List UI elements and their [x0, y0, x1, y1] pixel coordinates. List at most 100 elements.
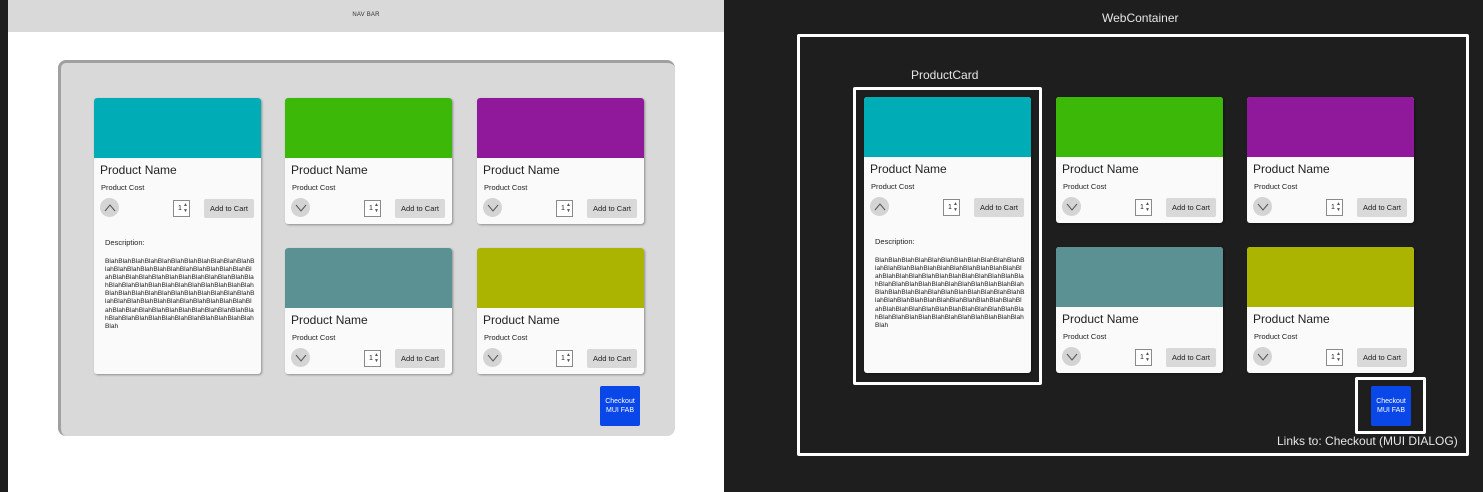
chevron-down-icon: [295, 204, 306, 212]
quantity-stepper[interactable]: 1 ▲ ▼: [1326, 199, 1343, 216]
expand-button[interactable]: [1062, 197, 1081, 216]
quantity-stepper[interactable]: 1 ▲ ▼: [1135, 199, 1152, 216]
add-to-cart-button[interactable]: Add to Cart: [587, 199, 637, 218]
product-image: [285, 248, 452, 308]
chevron-down-icon: [295, 354, 306, 362]
product-name: Product Name: [291, 313, 368, 327]
spinner-arrows-icon[interactable]: ▲ ▼: [566, 352, 571, 364]
product-image: [477, 98, 644, 158]
quantity-stepper[interactable]: 1 ▲ ▼: [364, 200, 381, 217]
spinner-arrows-icon[interactable]: ▲ ▼: [1145, 201, 1150, 213]
add-to-cart-button[interactable]: Add to Cart: [1357, 348, 1407, 367]
product-name: Product Name: [483, 163, 560, 177]
add-to-cart-button[interactable]: Add to Cart: [1357, 198, 1407, 217]
product-image: [94, 98, 261, 158]
product-name: Product Name: [291, 163, 368, 177]
product-cost: Product Cost: [484, 333, 528, 342]
chevron-down-icon: [1066, 203, 1077, 211]
chevron-down-icon: [487, 204, 498, 212]
expand-button[interactable]: [483, 198, 502, 217]
quantity-stepper[interactable]: 1 ▲ ▼: [364, 350, 381, 367]
product-name: Product Name: [1253, 312, 1330, 326]
product-name: Product Name: [100, 163, 177, 177]
product-cost: Product Cost: [292, 333, 336, 342]
quantity-stepper[interactable]: 1 ▲ ▼: [1135, 349, 1152, 366]
product-name: Product Name: [1062, 162, 1139, 176]
quantity-value: 1: [561, 205, 565, 212]
quantity-value: 1: [561, 355, 565, 362]
product-image: [1056, 97, 1223, 157]
quantity-stepper[interactable]: 1 ▲ ▼: [556, 200, 573, 217]
description-label: Description:: [875, 237, 915, 246]
add-to-cart-button[interactable]: Add to Cart: [395, 199, 445, 218]
add-to-cart-button[interactable]: Add to Cart: [974, 198, 1024, 217]
product-card: Product Name Product Cost 1 ▲ ▼ Add to Cart De…: [94, 98, 261, 374]
product-card-label: ProductCard: [911, 68, 979, 82]
spinner-arrows-icon[interactable]: ▲ ▼: [1336, 201, 1341, 213]
description-label: Description:: [105, 238, 145, 247]
fab-label-line2: MUI FAB: [605, 407, 634, 414]
product-image: [864, 97, 1031, 157]
product-cost: Product Cost: [1063, 182, 1107, 191]
product-cost: Product Cost: [292, 183, 336, 192]
expand-button[interactable]: [291, 348, 310, 367]
chevron-down-icon: [487, 354, 498, 362]
expand-button[interactable]: [291, 198, 310, 217]
links-to-label: Links to: Checkout (MUI DIALOG): [1277, 434, 1458, 448]
product-cost: Product Cost: [484, 183, 528, 192]
fab-label-line1: Checkout: [605, 398, 635, 405]
spinner-arrows-icon[interactable]: ▲ ▼: [953, 201, 958, 213]
product-cost: Product Cost: [1254, 332, 1298, 341]
expand-button[interactable]: [483, 348, 502, 367]
quantity-value: 1: [1331, 204, 1335, 211]
product-image: [1247, 247, 1414, 307]
chevron-up-icon: [874, 202, 885, 210]
product-image: [477, 248, 644, 308]
product-card: Product Name Product Cost 1 ▲ ▼ Add to Cart: [285, 98, 452, 224]
product-image: [285, 98, 452, 158]
product-card: Product Name Product Cost 1 ▲ ▼ Add to Cart: [1056, 247, 1223, 373]
spinner-arrows-icon[interactable]: ▲ ▼: [374, 352, 379, 364]
quantity-value: 1: [369, 205, 373, 212]
description-text: BlahBlahBlahBlahBlahBlahBlahBlahBlahBlah…: [105, 258, 255, 330]
chevron-down-icon: [1066, 353, 1077, 361]
product-card: Product Name Product Cost 1 ▲ ▼ Add to Cart De…: [864, 97, 1031, 373]
quantity-stepper[interactable]: 1 ▲ ▼: [173, 200, 190, 217]
product-image: [1056, 247, 1223, 307]
product-cost: Product Cost: [101, 183, 145, 192]
checkout-fab[interactable]: Checkout MUI FAB: [600, 386, 640, 426]
quantity-value: 1: [178, 205, 182, 212]
add-to-cart-button[interactable]: Add to Cart: [1166, 198, 1216, 217]
spinner-arrows-icon[interactable]: ▲ ▼: [183, 202, 188, 214]
spinner-arrows-icon[interactable]: ▲ ▼: [1336, 351, 1341, 363]
expand-button[interactable]: [1253, 347, 1272, 366]
add-to-cart-button[interactable]: Add to Cart: [204, 199, 254, 218]
expand-button[interactable]: [1062, 347, 1081, 366]
spinner-arrows-icon[interactable]: ▲ ▼: [566, 202, 571, 214]
add-to-cart-button[interactable]: Add to Cart: [1166, 348, 1216, 367]
spinner-arrows-icon[interactable]: ▲ ▼: [1145, 351, 1150, 363]
quantity-stepper[interactable]: 1 ▲ ▼: [556, 350, 573, 367]
description-text: BlahBlahBlahBlahBlahBlahBlahBlahBlahBlah…: [875, 257, 1025, 329]
expand-button[interactable]: [1253, 197, 1272, 216]
product-name: Product Name: [1062, 312, 1139, 326]
product-card: Product Name Product Cost 1 ▲ ▼ Add to Cart: [1056, 97, 1223, 223]
collapse-button[interactable]: [100, 198, 119, 217]
add-to-cart-button[interactable]: Add to Cart: [395, 349, 445, 368]
product-card: Product Name Product Cost 1 ▲ ▼ Add to Cart: [477, 248, 644, 374]
product-image: [1247, 97, 1414, 157]
product-cost: Product Cost: [1063, 332, 1107, 341]
add-to-cart-button[interactable]: Add to Cart: [587, 349, 637, 368]
product-card: Product Name Product Cost 1 ▲ ▼ Add to Cart: [1247, 247, 1414, 373]
wireframe-panel: NAV BAR Product Name Product Cost 1 ▲ ▼ Add t…: [8, 0, 724, 492]
quantity-stepper[interactable]: 1 ▲ ▼: [943, 199, 960, 216]
checkout-fab-outline: [1355, 377, 1426, 434]
collapse-button[interactable]: [870, 197, 889, 216]
product-cost: Product Cost: [871, 182, 915, 191]
product-name: Product Name: [870, 162, 947, 176]
quantity-stepper[interactable]: 1 ▲ ▼: [1326, 349, 1343, 366]
quantity-value: 1: [1140, 204, 1144, 211]
chevron-down-icon: [1257, 353, 1268, 361]
annotated-panel: WebContainer ProductCard Product Name Pro…: [727, 0, 1483, 492]
spinner-arrows-icon[interactable]: ▲ ▼: [374, 202, 379, 214]
